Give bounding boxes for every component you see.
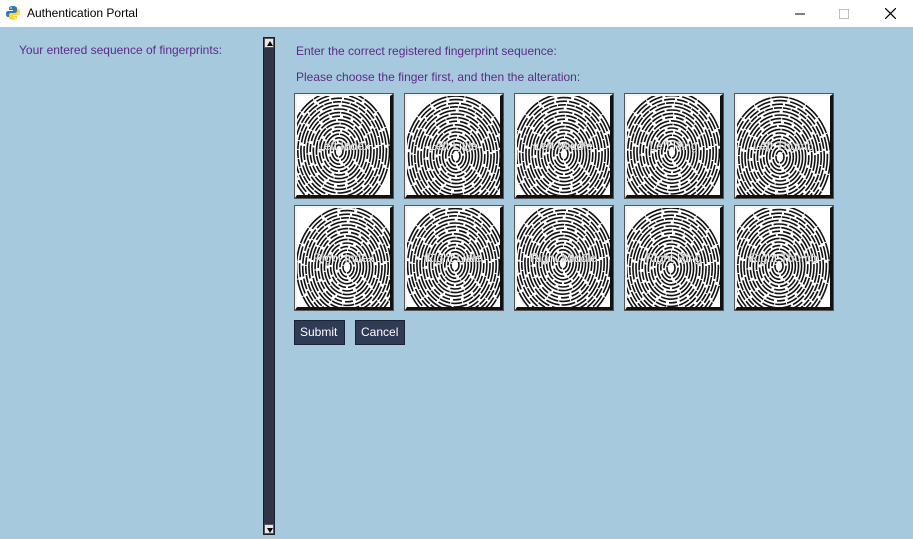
maximize-icon [839, 8, 849, 19]
finger-button-right-middle[interactable]: Right Middle [514, 205, 614, 311]
close-icon [884, 8, 896, 19]
cancel-button[interactable]: Cancel [355, 320, 405, 345]
python-icon [5, 5, 21, 21]
finger-label: Right Little [425, 251, 482, 265]
instruction-choose-finger: Please choose the finger first, and then… [296, 70, 581, 84]
finger-label: Right Middle [530, 251, 597, 265]
finger-button-left-thumb[interactable]: Left Thumb [734, 93, 834, 199]
window-title: Authentication Portal [27, 6, 138, 20]
finger-label: Right Ring [645, 251, 702, 265]
finger-label: Left Ring [649, 139, 698, 153]
minimize-icon [795, 13, 805, 14]
arrow-down-icon [267, 528, 273, 533]
finger-label: Left Thumb [753, 139, 814, 153]
finger-label: Right Thumb [749, 251, 818, 265]
title-bar: Authentication Portal [0, 0, 913, 27]
finger-button-right-index[interactable]: Right Index [294, 205, 394, 311]
arrow-up-icon [267, 41, 273, 46]
finger-button-left-index[interactable]: Left Index [294, 93, 394, 199]
finger-button-left-ring[interactable]: Left Ring [624, 93, 724, 199]
window-content: Your entered sequence of fingerprints: E… [0, 27, 913, 539]
finger-button-right-thumb[interactable]: Right Thumb [734, 205, 834, 311]
finger-label: Left Middle [534, 139, 593, 153]
finger-button-right-little[interactable]: Right Little [404, 205, 504, 311]
minimize-button[interactable] [777, 0, 823, 27]
instruction-sequence: Enter the correct registered fingerprint… [296, 44, 557, 58]
finger-label: Left Index [317, 139, 370, 153]
vertical-scrollbar[interactable] [263, 37, 275, 535]
submit-button[interactable]: Submit [294, 320, 345, 345]
scroll-down-button[interactable] [264, 524, 274, 534]
maximize-button[interactable] [821, 0, 867, 27]
finger-button-right-ring[interactable]: Right Ring [624, 205, 724, 311]
close-button[interactable] [867, 0, 913, 27]
finger-label: Left Little [429, 139, 478, 153]
finger-button-left-little[interactable]: Left Little [404, 93, 504, 199]
finger-label: Right Index [313, 251, 374, 265]
scroll-up-button[interactable] [264, 38, 274, 48]
finger-button-left-middle[interactable]: Left Middle [514, 93, 614, 199]
entered-sequence-label: Your entered sequence of fingerprints: [19, 43, 223, 57]
